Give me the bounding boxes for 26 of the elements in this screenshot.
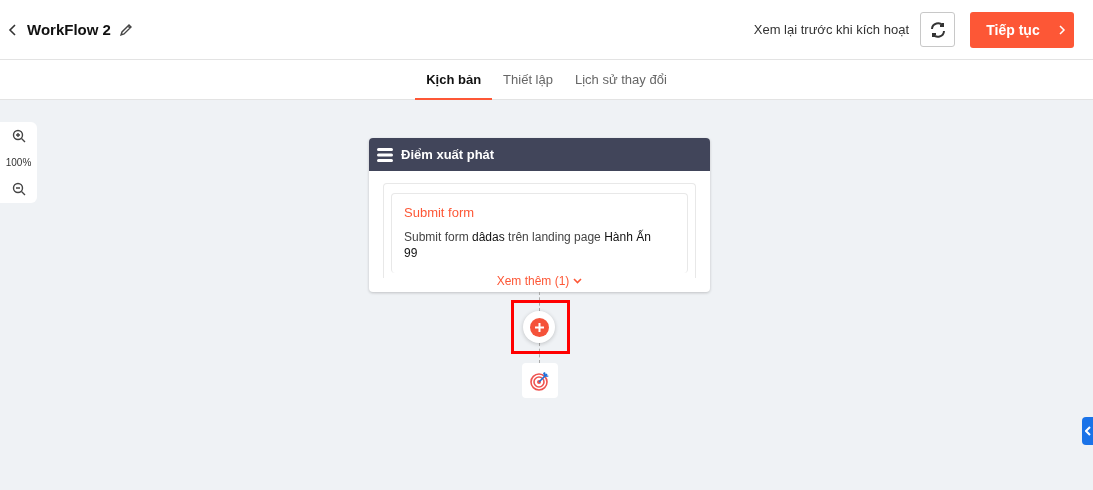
back-icon[interactable] (8, 23, 18, 36)
plus-icon (529, 317, 549, 337)
start-node-card[interactable]: Điểm xuất phát Submit form Submit form dâdas trên landing page Hành Ấn 99 Xem thêm (1) (369, 138, 710, 292)
review-label: Xem lại trước khi kích hoạt (753, 22, 909, 37)
workflow-title: WorkFlow 2 (27, 21, 111, 38)
collapse-panel-button[interactable] (1082, 417, 1093, 445)
see-more-link[interactable]: Xem thêm (1) (496, 274, 583, 288)
pencil-icon[interactable] (118, 22, 133, 37)
tab[interactable]: Thiết lập (492, 60, 564, 100)
refresh-button[interactable] (920, 12, 955, 47)
zoom-out-icon[interactable] (11, 182, 26, 196)
trigger-description: Submit form dâdas trên landing page Hành Ấn 99 (404, 229, 652, 261)
stack-icon (377, 147, 393, 162)
node-title: Điểm xuất phát (401, 147, 495, 162)
tab[interactable]: Lịch sử thay đổi (564, 60, 678, 100)
chevron-right-icon (1057, 24, 1066, 35)
target-icon (529, 369, 551, 392)
trigger-title: Submit form (404, 205, 476, 220)
zoom-in-icon[interactable] (11, 129, 26, 143)
goal-node[interactable] (522, 363, 558, 398)
refresh-icon (928, 20, 947, 39)
chevron-left-icon (1084, 426, 1091, 436)
add-step-button[interactable] (523, 311, 555, 343)
chevron-down-icon (573, 278, 583, 284)
continue-button[interactable]: Tiếp tục (970, 11, 1074, 48)
zoom-level: 100% (5, 157, 32, 168)
